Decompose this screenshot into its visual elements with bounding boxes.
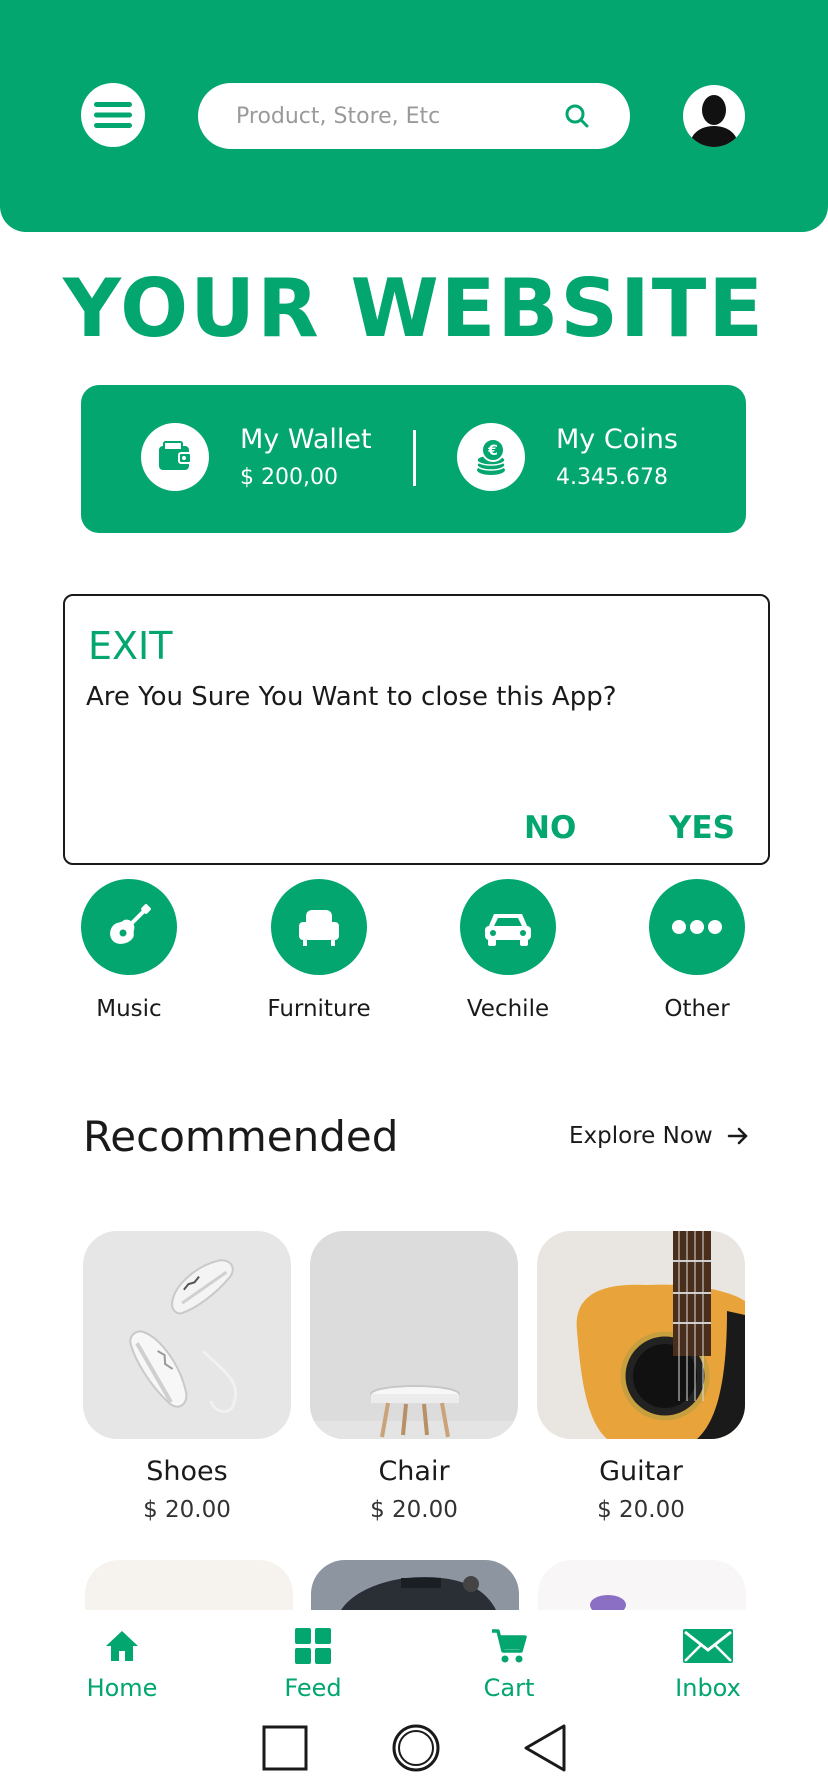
system-navigation-bar (0, 1700, 828, 1792)
product-card-chair[interactable]: Chair $ 20.00 (310, 1231, 518, 1523)
explore-now-link[interactable]: Explore Now (569, 1123, 749, 1149)
explore-now-label: Explore Now (569, 1123, 713, 1149)
top-header (0, 0, 828, 232)
avatar[interactable] (683, 85, 745, 147)
svg-text:€: € (487, 443, 498, 459)
coins-item[interactable]: € My Coins 4.345.678 (457, 423, 678, 491)
product-card-shoes[interactable]: Shoes $ 20.00 (83, 1231, 291, 1523)
coins-value: 4.345.678 (556, 465, 668, 490)
category-furniture-label: Furniture (267, 996, 371, 1022)
search-input[interactable] (236, 103, 562, 129)
site-title: YOUR WEBSITE (63, 262, 765, 355)
tab-cart[interactable]: Cart (444, 1626, 574, 1702)
more-dots-icon (672, 920, 722, 934)
category-music-button[interactable] (81, 879, 177, 975)
bottom-tab-bar: Home Feed Cart Inbox (0, 1610, 828, 1702)
coins-icon: € (457, 423, 525, 491)
product-name: Chair (378, 1456, 450, 1487)
product-image-shoes[interactable] (83, 1231, 291, 1439)
category-music-label: Music (96, 996, 162, 1022)
search-icon[interactable] (562, 101, 592, 131)
tab-inbox-label: Inbox (675, 1674, 741, 1702)
user-silhouette-icon (689, 95, 739, 147)
balance-card: My Wallet $ 200,00 € My Coins 4.345.678 (81, 385, 746, 533)
no-button[interactable]: NO (524, 810, 576, 846)
category-music[interactable]: Music (64, 879, 194, 1022)
yes-button[interactable]: YES (669, 810, 735, 846)
recommended-title: Recommended (83, 1112, 399, 1161)
menu-button[interactable] (81, 83, 145, 147)
tab-home[interactable]: Home (57, 1626, 187, 1702)
category-furniture-button[interactable] (271, 879, 367, 975)
product-name: Guitar (599, 1456, 683, 1487)
back-triangle-icon[interactable] (519, 1722, 571, 1774)
dialog-title: EXIT (88, 624, 173, 668)
product-card-partial[interactable] (311, 1560, 519, 1610)
dialog-message: Are You Sure You Want to close this App? (86, 682, 617, 712)
tab-feed[interactable]: Feed (248, 1626, 378, 1702)
exit-dialog: EXIT Are You Sure You Want to close this… (63, 594, 770, 865)
armchair-icon (299, 910, 339, 946)
tab-feed-label: Feed (284, 1674, 342, 1702)
balance-divider (413, 430, 416, 486)
tab-home-label: Home (86, 1674, 158, 1702)
tab-inbox[interactable]: Inbox (643, 1626, 773, 1702)
tab-cart-label: Cart (483, 1674, 535, 1702)
hamburger-icon (94, 102, 132, 128)
car-icon (485, 914, 531, 946)
product-image-guitar[interactable] (537, 1231, 745, 1439)
category-other[interactable]: Other (632, 879, 762, 1022)
product-name: Shoes (146, 1456, 228, 1487)
recent-apps-icon[interactable] (259, 1722, 311, 1774)
category-other-label: Other (664, 996, 730, 1022)
search-bar[interactable] (198, 83, 630, 149)
coins-label: My Coins (556, 424, 678, 455)
category-vehicle-label: Vechile (466, 996, 550, 1022)
wallet-value: $ 200,00 (240, 465, 338, 490)
home-icon (57, 1626, 187, 1666)
product-card-partial[interactable] (538, 1560, 746, 1610)
category-furniture[interactable]: Furniture (254, 879, 384, 1022)
cart-icon (444, 1626, 574, 1666)
wallet-item[interactable]: My Wallet $ 200,00 (141, 423, 372, 491)
arrow-right-icon (727, 1126, 749, 1146)
product-image-chair[interactable] (310, 1231, 518, 1439)
product-price: $ 20.00 (143, 1497, 231, 1523)
category-vehicle[interactable]: Vechile (443, 879, 573, 1022)
wallet-icon (141, 423, 209, 491)
product-card-partial[interactable] (85, 1560, 293, 1610)
guitar-icon (110, 904, 151, 944)
category-vehicle-button[interactable] (460, 879, 556, 975)
product-card-guitar[interactable]: Guitar $ 20.00 (537, 1231, 745, 1523)
category-other-button[interactable] (649, 879, 745, 975)
product-price: $ 20.00 (370, 1497, 458, 1523)
mail-icon (643, 1626, 773, 1666)
product-price: $ 20.00 (597, 1497, 685, 1523)
wallet-label: My Wallet (240, 424, 372, 455)
home-circle-icon[interactable] (390, 1722, 442, 1774)
grid-icon (248, 1626, 378, 1666)
